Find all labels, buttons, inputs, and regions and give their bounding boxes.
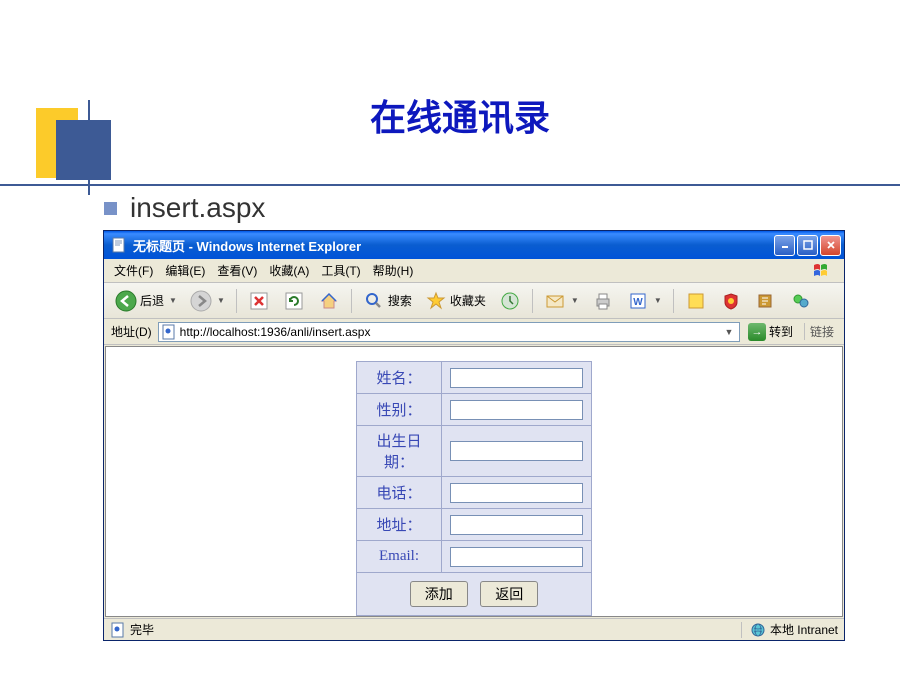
input-gender[interactable] <box>450 400 583 420</box>
messenger-icon <box>790 290 812 312</box>
slide-title: 在线通讯录 <box>0 89 920 141</box>
return-button[interactable]: 返回 <box>480 581 538 607</box>
favorites-button[interactable]: 收藏夹 <box>420 287 491 315</box>
windows-logo-icon <box>808 261 840 281</box>
menu-help[interactable]: 帮助(H) <box>367 260 420 281</box>
note-icon <box>685 290 707 312</box>
address-label: 地址(D) <box>109 323 154 340</box>
menu-bar: 文件(F) 编辑(E) 查看(V) 收藏(A) 工具(T) 帮助(H) <box>104 259 844 283</box>
bullet-icon <box>104 202 117 215</box>
menu-favorites[interactable]: 收藏(A) <box>263 260 315 281</box>
home-button[interactable] <box>313 287 345 315</box>
refresh-icon <box>283 290 305 312</box>
mail-icon <box>544 290 566 312</box>
menu-view[interactable]: 查看(V) <box>211 260 263 281</box>
go-arrow-icon: → <box>748 323 766 341</box>
shield-icon <box>720 290 742 312</box>
menu-file[interactable]: 文件(F) <box>108 260 159 281</box>
ie-browser-window: 无标题页 - Windows Internet Explorer 文件(F) 编… <box>103 230 845 641</box>
input-email[interactable] <box>450 547 583 567</box>
svg-text:W: W <box>633 297 643 308</box>
done-icon <box>110 622 126 638</box>
home-icon <box>318 290 340 312</box>
word-icon: W <box>627 290 649 312</box>
status-text: 完毕 <box>130 621 154 638</box>
ie-page-icon <box>111 237 127 253</box>
address-dropdown-icon[interactable]: ▼ <box>721 327 737 337</box>
research-button[interactable] <box>715 287 747 315</box>
label-birthdate: 出生日期： <box>357 426 442 477</box>
search-icon <box>363 290 385 312</box>
address-bar: 地址(D) ▼ → 转到 链接 <box>104 319 844 345</box>
page-icon <box>161 324 177 340</box>
input-phone[interactable] <box>450 483 583 503</box>
label-name: 姓名： <box>357 362 442 394</box>
messenger-button[interactable] <box>785 287 817 315</box>
print-button[interactable] <box>587 287 619 315</box>
forward-icon <box>190 290 212 312</box>
chevron-down-icon: ▼ <box>571 296 579 305</box>
slide-horizontal-line <box>0 184 900 186</box>
browser-content: 姓名： 性别： 出生日期： 电话： 地址： Email: <box>105 346 843 617</box>
links-label[interactable]: 链接 <box>804 323 839 340</box>
toolbar-separator <box>532 289 533 313</box>
stop-button[interactable] <box>243 287 275 315</box>
toolbar-separator <box>351 289 352 313</box>
toolbar-separator <box>673 289 674 313</box>
label-gender: 性别： <box>357 394 442 426</box>
input-address[interactable] <box>450 515 583 535</box>
status-bar: 完毕 本地 Intranet <box>104 618 844 640</box>
back-icon <box>115 290 137 312</box>
label-address: 地址： <box>357 509 442 541</box>
mail-button[interactable]: ▼ <box>539 287 584 315</box>
media-icon <box>755 290 777 312</box>
star-icon <box>425 290 447 312</box>
discuss-button[interactable] <box>680 287 712 315</box>
label-phone: 电话： <box>357 477 442 509</box>
minimize-button[interactable] <box>774 235 795 256</box>
history-button[interactable] <box>494 287 526 315</box>
close-button[interactable] <box>820 235 841 256</box>
stop-icon <box>248 290 270 312</box>
go-button[interactable]: → 转到 <box>744 321 797 343</box>
toolbar: 后退 ▼ ▼ 搜索 收藏夹 ▼ <box>104 283 844 319</box>
input-birthdate[interactable] <box>450 441 583 461</box>
address-input-wrapper[interactable]: ▼ <box>158 322 740 342</box>
forward-button[interactable]: ▼ <box>185 287 230 315</box>
refresh-button[interactable] <box>278 287 310 315</box>
maximize-button[interactable] <box>797 235 818 256</box>
back-button[interactable]: 后退 ▼ <box>110 287 182 315</box>
contact-form: 姓名： 性别： 出生日期： 电话： 地址： Email: <box>356 361 592 616</box>
bullet-text: insert.aspx <box>130 192 265 224</box>
window-title: 无标题页 - Windows Internet Explorer <box>131 236 774 255</box>
chevron-down-icon: ▼ <box>169 296 177 305</box>
print-icon <box>592 290 614 312</box>
zone-icon <box>750 622 766 638</box>
history-icon <box>499 290 521 312</box>
chevron-down-icon: ▼ <box>217 296 225 305</box>
chevron-down-icon: ▼ <box>654 296 662 305</box>
input-name[interactable] <box>450 368 583 388</box>
add-button[interactable]: 添加 <box>410 581 468 607</box>
toolbar-separator <box>236 289 237 313</box>
edit-button[interactable]: W ▼ <box>622 287 667 315</box>
menu-edit[interactable]: 编辑(E) <box>159 260 211 281</box>
label-email: Email: <box>357 541 442 573</box>
menu-tools[interactable]: 工具(T) <box>315 260 366 281</box>
search-button[interactable]: 搜索 <box>358 287 417 315</box>
slide-bullet: insert.aspx <box>104 192 265 224</box>
zone-text: 本地 Intranet <box>770 621 838 638</box>
window-titlebar[interactable]: 无标题页 - Windows Internet Explorer <box>104 231 844 259</box>
extra-button-1[interactable] <box>750 287 782 315</box>
address-input[interactable] <box>180 325 721 339</box>
